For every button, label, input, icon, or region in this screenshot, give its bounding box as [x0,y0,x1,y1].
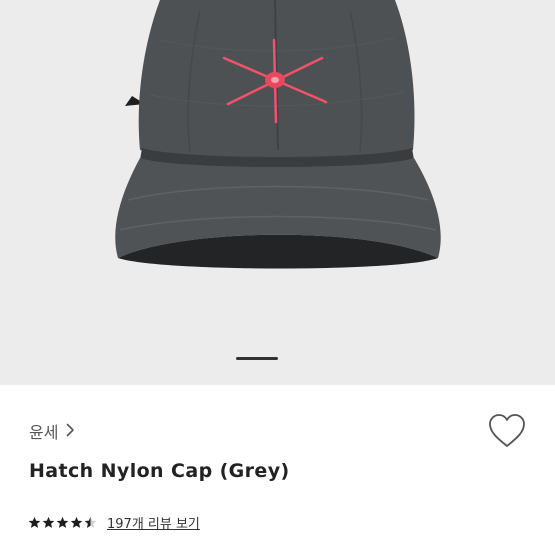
product-info: 윤세 Hatch Nylon Cap (Grey) 197개 리뷰 보기 [0,385,555,555]
brand-link[interactable]: 윤세 [29,419,75,443]
rating-stars [28,516,97,529]
reviews-link[interactable]: 197개 리뷰 보기 [107,513,200,532]
rating-row: 197개 리뷰 보기 [28,513,200,532]
product-image-carousel[interactable] [0,0,555,385]
chevron-right-icon [66,423,75,440]
carousel-page-indicator[interactable] [236,357,278,360]
heart-outline-icon[interactable] [488,413,526,449]
star-icon [42,516,55,528]
star-half-icon [84,516,97,528]
product-title: Hatch Nylon Cap (Grey) [29,460,290,482]
star-icon [28,516,41,528]
star-icon [56,516,69,528]
brand-name: 윤세 [29,423,59,442]
product-image [115,0,441,269]
star-icon [70,516,83,528]
